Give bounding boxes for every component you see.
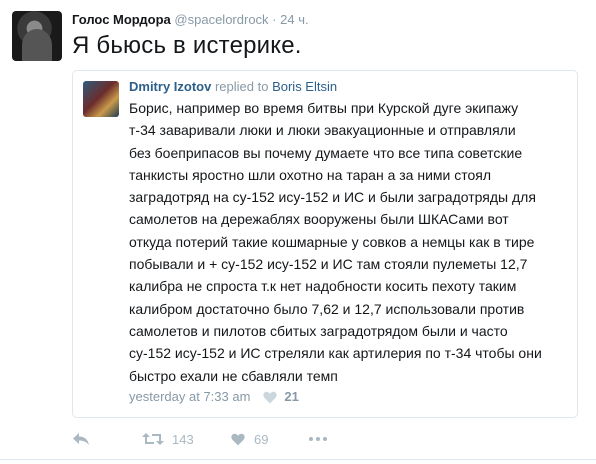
quoted-post-footer: yesterday at 7:33 am 21	[129, 389, 299, 404]
quoted-post-text: Борис, например во время битвы при Курск…	[129, 97, 569, 387]
heart-icon[interactable]	[262, 390, 278, 404]
tweet-time[interactable]: 24 ч.	[280, 12, 308, 27]
quoted-author-name[interactable]: Dmitry Izotov	[129, 79, 211, 94]
quoted-text-line: самолетов на дережаблях вооружены были Ш…	[129, 211, 509, 228]
quoted-post-card[interactable]: Dmitry Izotov replied to Boris Eltsin Бо…	[72, 70, 578, 418]
tweet-header: Голос Мордора @spacelordrock · 24 ч.	[72, 12, 309, 27]
author-avatar[interactable]	[12, 11, 62, 61]
quoted-text-line: Борис, например во время битвы при Курск…	[129, 100, 519, 116]
quoted-text-line: калибром достаточно было 7,62 и 12,7 исп…	[129, 300, 525, 317]
quoted-text-line: су-152 ису-152 и ИС стреляли как артилер…	[129, 345, 542, 362]
retweet-button[interactable]: 143	[142, 432, 230, 447]
quoted-text-line: заградотряд на су-152 ису-152 и ИС и был…	[129, 189, 536, 206]
quoted-text-line: калибра не спроста т.к нет надобности ко…	[129, 278, 517, 295]
quoted-text-line: танкисты яростно шли охотно на таран а з…	[129, 166, 492, 183]
more-icon	[309, 437, 327, 441]
quoted-like-count: 21	[284, 389, 299, 404]
retweet-icon	[142, 433, 164, 445]
heart-icon	[231, 433, 245, 446]
divider	[0, 459, 596, 460]
quoted-text-line: самолетов и пилотов сбитых заградотрядом…	[129, 322, 508, 339]
reply-button[interactable]	[72, 432, 142, 446]
author-name[interactable]: Голос Мордора	[72, 12, 171, 27]
tweet-text: Я бьюсь в истерике.	[72, 32, 302, 59]
quoted-text-line: побывали и + су-152 ису-152 и ИС там сто…	[129, 256, 528, 273]
quoted-text-line: без боеприпасов вы почему думаете что вс…	[129, 144, 523, 161]
like-button[interactable]: 69	[230, 432, 308, 447]
more-button[interactable]	[308, 436, 328, 442]
retweet-count: 143	[172, 431, 194, 447]
quoted-text-line: откуда потерий такие кошмарные у совков …	[129, 233, 535, 250]
quoted-text-line: т-34 заваривали люки и люки эвакуационны…	[129, 122, 516, 139]
replied-to-user[interactable]: Boris Eltsin	[272, 79, 337, 94]
like-count: 69	[254, 431, 269, 447]
author-handle[interactable]: @spacelordrock	[174, 12, 268, 27]
quoted-post-header: Dmitry Izotov replied to Boris Eltsin	[129, 79, 337, 94]
tweet-actions: 143 69	[72, 428, 328, 450]
quoted-timestamp[interactable]: yesterday at 7:33 am	[129, 389, 250, 404]
quoted-author-avatar[interactable]	[83, 81, 119, 117]
separator-dot: ·	[272, 12, 277, 27]
quoted-text-line: быстро ехали не сбавляли темп	[129, 367, 338, 384]
reply-icon	[73, 433, 89, 445]
replied-to-label: replied to	[214, 79, 269, 94]
